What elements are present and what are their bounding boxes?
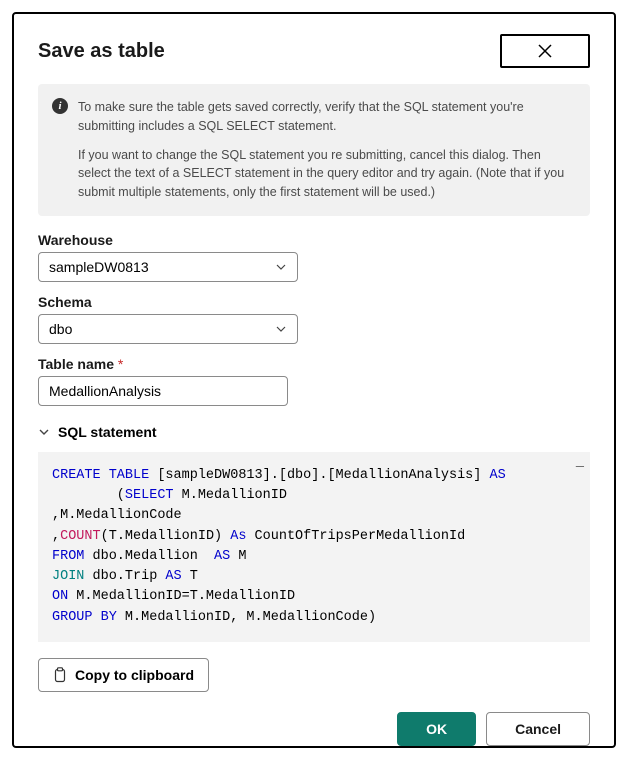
warehouse-field: Warehouse sampleDW0813 [38, 232, 590, 282]
sql-section: SQL statement —CREATE TABLE [sampleDW081… [38, 424, 590, 642]
schema-select[interactable]: dbo [38, 314, 298, 344]
dialog-header: Save as table [38, 34, 590, 68]
required-asterisk: * [118, 356, 123, 372]
cancel-button[interactable]: Cancel [486, 712, 590, 746]
clipboard-icon [53, 667, 67, 683]
warehouse-value: sampleDW0813 [49, 259, 149, 275]
chevron-down-icon [275, 323, 287, 335]
sql-statement-body[interactable]: —CREATE TABLE [sampleDW0813].[dbo].[Meda… [38, 452, 590, 642]
copy-to-clipboard-button[interactable]: Copy to clipboard [38, 658, 209, 692]
dialog-footer: OK Cancel [38, 712, 590, 746]
info-text-1: To make sure the table gets saved correc… [78, 98, 574, 136]
copy-row: Copy to clipboard [38, 658, 590, 692]
tablename-label: Table name * [38, 356, 590, 372]
warehouse-label: Warehouse [38, 232, 590, 248]
save-as-table-dialog: Save as table i To make sure the table g… [12, 12, 616, 748]
minimap-marker: — [576, 458, 584, 478]
tablename-field: Table name * [38, 356, 590, 406]
dialog-title: Save as table [38, 40, 165, 63]
tablename-input[interactable] [38, 376, 288, 406]
warehouse-select[interactable]: sampleDW0813 [38, 252, 298, 282]
sql-toggle[interactable]: SQL statement [38, 424, 590, 440]
ok-button[interactable]: OK [397, 712, 476, 746]
chevron-down-icon [275, 261, 287, 273]
info-message: i To make sure the table gets saved corr… [38, 84, 590, 216]
schema-label: Schema [38, 294, 590, 310]
info-text-2: If you want to change the SQL statement … [78, 146, 574, 202]
copy-label: Copy to clipboard [75, 667, 194, 683]
close-button[interactable] [500, 34, 590, 68]
schema-value: dbo [49, 321, 72, 337]
info-icon: i [52, 98, 68, 114]
chevron-down-icon [38, 426, 50, 438]
sql-section-label: SQL statement [58, 424, 157, 440]
close-icon [537, 43, 553, 59]
schema-field: Schema dbo [38, 294, 590, 344]
